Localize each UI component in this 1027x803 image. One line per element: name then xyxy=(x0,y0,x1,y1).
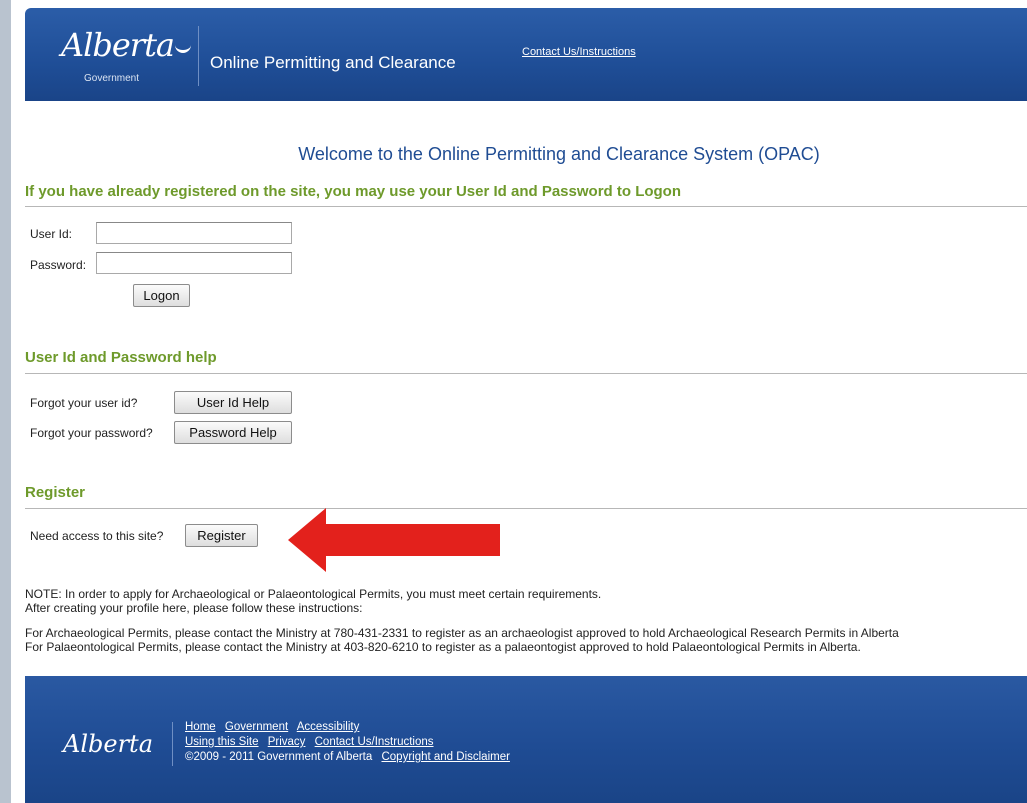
footer-divider xyxy=(172,722,173,766)
register-heading: Register xyxy=(25,484,86,501)
alberta-logo-subtitle: Government xyxy=(84,73,140,84)
register-divider xyxy=(25,508,1027,509)
alberta-logo-text: Alberta xyxy=(61,26,175,64)
help-heading: User Id and Password help xyxy=(25,349,217,366)
footer-accessibility-link[interactable]: Accessibility xyxy=(297,721,360,733)
help-divider xyxy=(25,373,1027,374)
login-divider xyxy=(25,206,1027,207)
logon-button[interactable]: Logon xyxy=(133,284,190,307)
window-left-gutter xyxy=(11,0,25,803)
site-header: Alberta Government Online Permitting and… xyxy=(25,8,1027,101)
footer-privacy-link[interactable]: Privacy xyxy=(268,736,306,748)
page-title: Welcome to the Online Permitting and Cle… xyxy=(298,144,820,164)
user-id-input[interactable] xyxy=(96,222,292,244)
contact-instructions-link[interactable]: Contact Us/Instructions xyxy=(522,46,636,58)
password-input[interactable] xyxy=(96,252,292,274)
footer-home-link[interactable]: Home xyxy=(185,721,216,733)
footer-copyright-disclaimer-link[interactable]: Copyright and Disclaimer xyxy=(381,751,509,763)
user-id-label: User Id: xyxy=(30,227,73,241)
note-line-4: For Palaeontological Permits, please con… xyxy=(25,640,861,654)
need-access-label: Need access to this site? xyxy=(30,529,164,543)
password-label: Password: xyxy=(30,258,87,272)
footer-using-site-link[interactable]: Using this Site xyxy=(185,736,259,748)
note-line-2: After creating your profile here, please… xyxy=(25,601,363,615)
note-line-1: NOTE: In order to apply for Archaeologic… xyxy=(25,587,602,601)
red-arrow-left-icon xyxy=(288,508,500,572)
site-footer: Alberta Home Government Accessibility Us… xyxy=(25,676,1027,803)
footer-alberta-logo[interactable]: Alberta xyxy=(63,730,153,758)
login-heading: If you have already registered on the si… xyxy=(25,183,682,200)
footer-government-link[interactable]: Government xyxy=(225,721,288,733)
footer-copyright: ©2009 - 2011 Government of Alberta xyxy=(185,751,373,763)
header-divider xyxy=(198,26,199,86)
alberta-logo[interactable]: Alberta Government xyxy=(61,26,193,86)
forgot-user-id-label: Forgot your user id? xyxy=(30,396,138,410)
logo-swoosh-icon xyxy=(175,40,191,53)
forgot-password-label: Forgot your password? xyxy=(30,426,153,440)
note-line-3: For Archaeological Permits, please conta… xyxy=(25,626,899,640)
password-help-button[interactable]: Password Help xyxy=(174,421,292,444)
footer-links: Home Government Accessibility Using this… xyxy=(185,720,516,765)
user-id-help-button[interactable]: User Id Help xyxy=(174,391,292,414)
register-button[interactable]: Register xyxy=(185,524,258,547)
footer-contact-link[interactable]: Contact Us/Instructions xyxy=(315,736,434,748)
window-left-edge xyxy=(0,0,11,803)
site-title: Online Permitting and Clearance xyxy=(210,53,456,72)
